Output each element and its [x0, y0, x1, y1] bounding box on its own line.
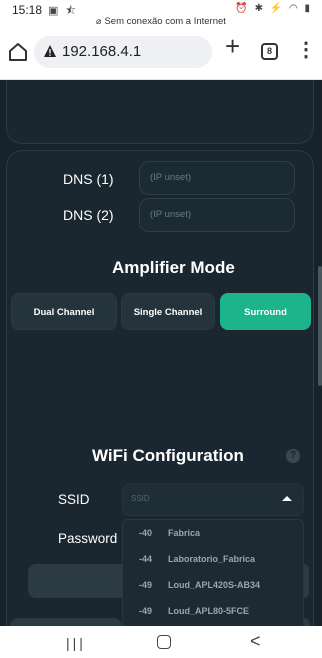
dns1-label: DNS (1): [63, 171, 114, 187]
page-content: DNS (1) (IP unset) DNS (2) (IP unset) Am…: [0, 80, 322, 626]
navigation-bar: ||| <: [0, 626, 322, 658]
network-status-text: Sem conexão com a Internet: [104, 16, 226, 27]
network-status: ⌀ Sem conexão com a Internet: [0, 16, 322, 27]
url-text[interactable]: 192.168.4.1: [62, 43, 141, 60]
browser-toolbar: 192.168.4.1 + 8 ⋮: [0, 28, 322, 80]
address-bar[interactable]: 192.168.4.1: [34, 36, 212, 68]
network-name: Fabrica: [168, 528, 201, 538]
scrollbar[interactable]: [318, 266, 322, 386]
surround-button[interactable]: Surround: [220, 293, 311, 330]
new-tab-icon[interactable]: +: [225, 33, 240, 59]
network-rssi: -49: [139, 606, 153, 616]
network-rssi: -49: [139, 580, 153, 590]
ssid-label: SSID: [58, 492, 90, 507]
network-option[interactable]: -49 Loud_APL80-5FCE: [123, 598, 303, 624]
dns2-input[interactable]: (IP unset): [139, 198, 295, 232]
password-input-edge: [304, 564, 309, 598]
dns2-label: DNS (2): [63, 207, 114, 223]
no-connection-icon: ⌀: [96, 16, 102, 26]
home-nav-icon[interactable]: [157, 635, 171, 649]
network-option[interactable]: -40 Fabrica: [123, 520, 303, 546]
ssid-placeholder: SSID: [131, 494, 150, 503]
recents-icon[interactable]: |||: [66, 635, 86, 651]
warning-icon[interactable]: [43, 44, 57, 58]
amplifier-mode-title: Amplifier Mode: [112, 258, 235, 277]
help-icon[interactable]: ?: [286, 449, 300, 463]
network-option[interactable]: -49 Loud_APL420S-AB34: [123, 572, 303, 598]
network-rssi: -44: [139, 554, 153, 564]
home-icon[interactable]: [6, 40, 30, 64]
network-name: Loud_APL80-5FCE: [168, 606, 250, 616]
status-bar: 15:18 ▣ ⯪ ⏰ ✱ ⚡ ◠ ▮ ⌀ Sem conexão com a I…: [0, 0, 322, 28]
single-channel-button[interactable]: Single Channel: [121, 293, 215, 330]
network-name: Laboratorio_Fabrica: [168, 554, 256, 564]
password-input[interactable]: [28, 564, 122, 598]
ssid-dropdown[interactable]: -40 Fabrica -44 Laboratorio_Fabrica -49 …: [122, 519, 304, 626]
status-time: 15:18: [12, 3, 43, 17]
network-card: [6, 80, 314, 144]
wifi-configuration-title: WiFi Configuration: [92, 446, 244, 465]
back-icon[interactable]: <: [250, 631, 261, 652]
tab-switcher-button[interactable]: 8: [261, 43, 278, 60]
caret-up-icon[interactable]: [282, 496, 292, 501]
system-status-icons: ⏰ ✱ ⚡ ◠ ▮: [235, 3, 312, 14]
password-label: Password: [58, 531, 118, 546]
dual-channel-button[interactable]: Dual Channel: [11, 293, 117, 330]
network-option[interactable]: -44 Laboratorio_Fabrica: [123, 546, 303, 572]
dns1-input[interactable]: (IP unset): [139, 161, 295, 195]
network-name: Loud_APL420S-AB34: [168, 580, 261, 590]
save-button[interactable]: [10, 618, 122, 626]
network-rssi: -40: [139, 528, 153, 538]
ssid-select[interactable]: SSID: [122, 483, 304, 516]
more-options-icon[interactable]: ⋮: [296, 40, 316, 60]
